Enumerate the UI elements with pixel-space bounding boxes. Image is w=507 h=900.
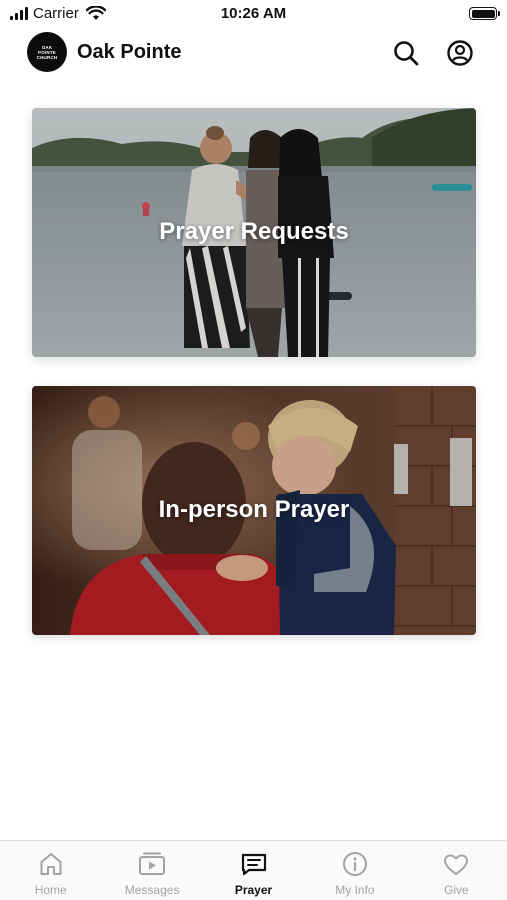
status-bar: Carrier 10:26 AM: [0, 0, 507, 30]
card-title: In-person Prayer: [158, 496, 350, 523]
home-icon: [40, 853, 62, 875]
search-button[interactable]: [391, 38, 421, 68]
battery-icon: [469, 7, 500, 20]
church-logo: OAK POINTE CHURCH: [27, 32, 67, 72]
tab-label: Give: [443, 883, 469, 897]
profile-button[interactable]: [445, 38, 475, 68]
logo-line: CHURCH: [36, 54, 58, 60]
tab-label: Messages: [124, 883, 180, 897]
in-person-prayer-card[interactable]: In-person Prayer: [32, 386, 476, 635]
tab-label: My Info: [335, 883, 375, 897]
tab-label: Home: [34, 883, 67, 897]
tab-home[interactable]: Home: [0, 841, 101, 900]
user-icon: [447, 40, 473, 66]
tab-my-info[interactable]: My Info: [304, 841, 405, 900]
prayer-requests-card[interactable]: Prayer Requests: [32, 108, 476, 357]
card-title: Prayer Requests: [159, 218, 349, 245]
app-header: OAK POINTE CHURCH Oak Pointe: [0, 32, 507, 74]
tab-give[interactable]: Give: [406, 841, 507, 900]
tab-prayer[interactable]: Prayer: [203, 841, 304, 900]
video-icon: [139, 852, 166, 875]
tab-messages[interactable]: Messages: [101, 841, 202, 900]
tab-label: Prayer: [234, 883, 273, 897]
app-title: Oak Pointe: [77, 41, 182, 63]
status-time: 10:26 AM: [220, 5, 287, 22]
tab-bar: Home Messages Prayer My Info Give: [0, 840, 507, 900]
heart-icon: [444, 854, 469, 875]
prayer-icon: [241, 853, 266, 876]
info-icon: [342, 852, 367, 876]
search-icon: [394, 41, 419, 66]
